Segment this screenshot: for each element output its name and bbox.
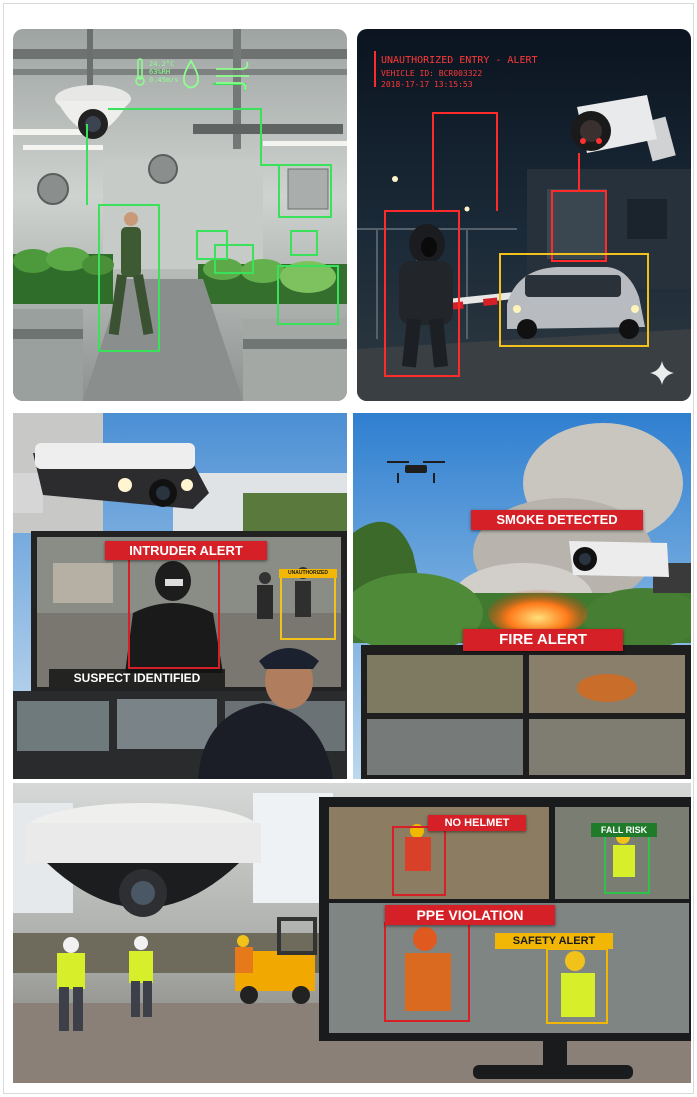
suspect-identified-label: SUSPECT IDENTIFIED (49, 669, 225, 687)
hud-vehicle-id: VEHICLE ID: BCR003322 (381, 69, 483, 78)
sensor-wind: 0.45m/s (149, 76, 179, 84)
control-room-scene (13, 413, 347, 779)
no-helmet-label: NO HELMET (428, 815, 526, 831)
fire-alert-label: FIRE ALERT (463, 629, 623, 651)
panel-fire-alert: SMOKE DETECTED FIRE ALERT (353, 413, 691, 779)
collage-frame: 24.2°C 63%RH 0.45m/s UNAUTHORIZED ENTRY … (3, 3, 694, 1094)
panel-intruder-alert: INTRUDER ALERT SUSPECT IDENTIFIED UNAUTH… (13, 413, 347, 779)
fall-risk-label: FALL RISK (591, 823, 657, 837)
greenhouse-scene (13, 29, 347, 401)
forest-fire-scene (353, 413, 691, 779)
panel-greenhouse: 24.2°C 63%RH 0.45m/s (13, 29, 347, 401)
hud-title: UNAUTHORIZED ENTRY - ALERT (381, 55, 538, 66)
sensor-temp: 24.2°C (149, 60, 175, 68)
smoke-detected-label: SMOKE DETECTED (471, 510, 643, 530)
ppe-violation-label: PPE VIOLATION (385, 905, 555, 925)
panel-ppe-safety: NO HELMET FALL RISK PPE VIOLATION SAFETY… (13, 783, 691, 1083)
sensor-humidity: 63%RH (149, 68, 171, 76)
safety-alert-label: SAFETY ALERT (495, 933, 613, 949)
unauthorized-small-label: UNAUTHORIZED (279, 569, 337, 578)
intruder-alert-label: INTRUDER ALERT (105, 541, 267, 560)
panel-unauthorized-entry: UNAUTHORIZED ENTRY - ALERT VEHICLE ID: B… (357, 29, 691, 401)
hud-timestamp: 2018-17-17 13:15:53 (381, 80, 473, 89)
